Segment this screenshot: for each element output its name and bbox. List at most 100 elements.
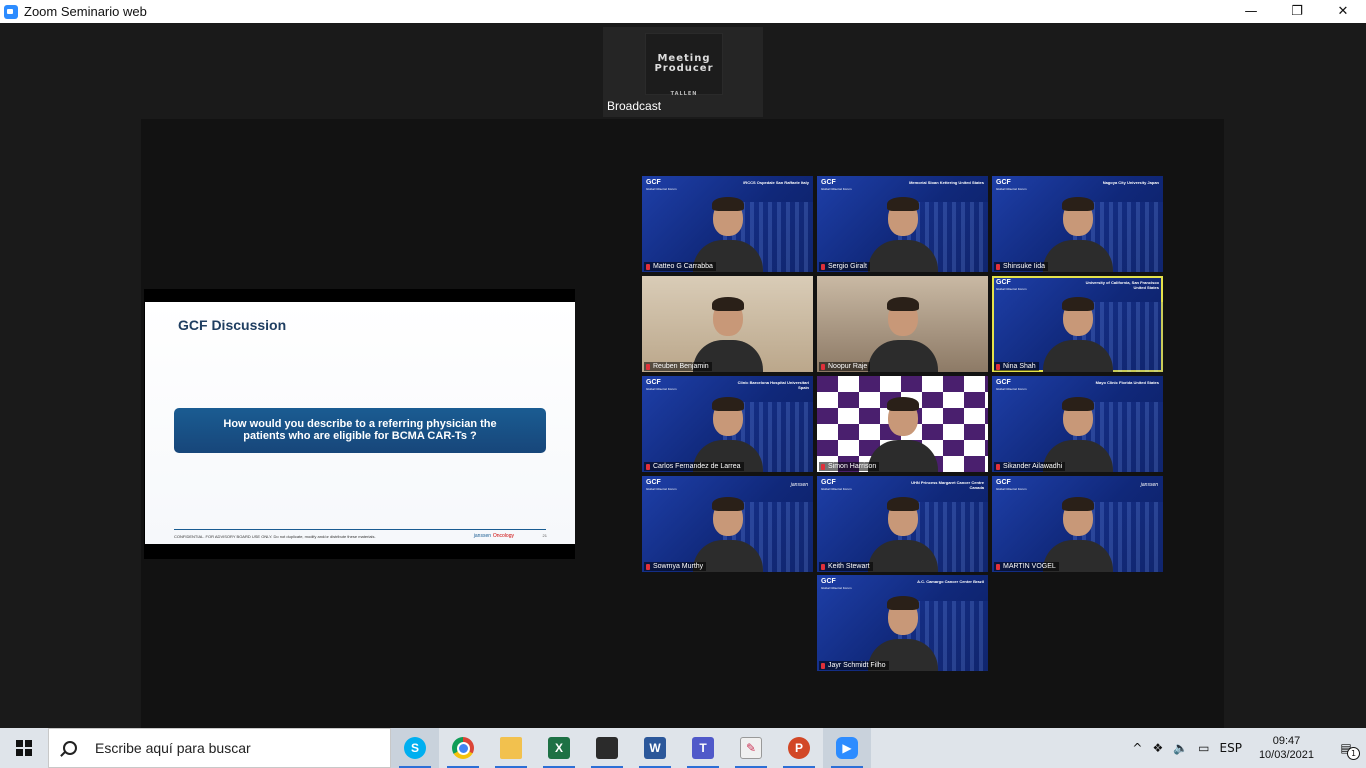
participant-name-tag: Shinsuke Iida [994, 262, 1049, 271]
participant-name-tag: Sowmya Murthy [644, 562, 707, 571]
start-button[interactable] [0, 728, 48, 768]
participant-name-tag: Sergio Giralt [819, 262, 870, 271]
participant-name-tag: Carlos Fernandez de Larrea [644, 462, 744, 471]
broadcast-tile[interactable]: Meeting Producer TALLEN Broadcast [603, 27, 763, 117]
close-button[interactable]: ✕ [1320, 0, 1366, 23]
dropbox-icon[interactable]: ❖ [1147, 728, 1168, 768]
institution-label: University of California, San Francisco … [1085, 280, 1159, 290]
muted-mic-icon [646, 563, 650, 570]
window-controls: — ❐ ✕ [1228, 0, 1366, 23]
gcf-logo: GCF Global Cilta-Cel Forum [821, 179, 852, 191]
institution-label: janssen [790, 482, 808, 488]
muted-mic-icon [821, 563, 825, 570]
question-line-2: patients who are eligible for BCMA CAR-T… [243, 430, 477, 442]
gcf-logo: GCF Global Cilta-Cel Forum [821, 479, 852, 491]
word-icon: W [644, 737, 666, 759]
gcf-logo: GCF Global Cilta-Cel Forum [646, 479, 677, 491]
muted-mic-icon [821, 662, 825, 669]
participant-video [692, 294, 763, 372]
volume-icon[interactable]: 🔈 [1168, 728, 1193, 768]
institution-label: Mayo Clinic Florida United States [1095, 380, 1159, 385]
institution-label: UHN Princess Margaret Cancer Centre Cana… [911, 480, 984, 490]
clock-date: 10/03/2021 [1258, 749, 1314, 761]
taskbar-app-skype[interactable]: S [391, 728, 439, 768]
gcf-logo: GCF Global Cilta-Cel Forum [996, 179, 1027, 191]
participant-video-tile[interactable]: GCF Global Cilta-Cel Forum janssen MARTIN V… [992, 476, 1163, 572]
participant-video-tile[interactable]: GCF Global Cilta-Cel Forum Mayo Clinic Flo… [992, 376, 1163, 472]
muted-mic-icon [646, 263, 650, 270]
taskbar-app-paint[interactable]: ✎ [727, 728, 775, 768]
participant-name: Reuben Benjamin [653, 363, 709, 370]
janssen-logo: janssen [473, 533, 491, 539]
participant-video-tile[interactable]: GCF Global Cilta-Cel Forum University of C… [992, 276, 1163, 372]
participant-video-tile[interactable]: Reuben Benjamin [642, 276, 813, 372]
institution-label: Clinic Barcelona Hospital Universitari S… [737, 380, 809, 390]
participant-name-tag: Keith Stewart [819, 562, 873, 571]
participant-video-tile[interactable]: GCF Global Cilta-Cel Forum Memorial Sloan … [817, 176, 988, 272]
notification-count: 1 [1347, 747, 1360, 760]
institution-label: A.C. Camargo Cancer Center Brazil [917, 579, 984, 584]
muted-mic-icon [996, 363, 1000, 370]
taskbar-search[interactable]: Escribe aquí para buscar [48, 728, 391, 768]
taskbar-app-excel[interactable]: X [535, 728, 583, 768]
chrome-icon [452, 737, 474, 759]
muted-mic-icon [821, 363, 825, 370]
meeting-producer-logo: Meeting Producer TALLEN [645, 33, 723, 97]
tray-chevron-icon[interactable]: ^ [1127, 728, 1147, 768]
participant-video [692, 394, 763, 472]
muted-mic-icon [996, 563, 1000, 570]
language-indicator[interactable]: ESP [1215, 728, 1247, 768]
participant-name-tag: Sikander Ailawadhi [994, 462, 1066, 471]
taskbar-app-teams[interactable]: T [679, 728, 727, 768]
institution-label: janssen [1140, 482, 1158, 488]
taskbar-app-chrome[interactable] [439, 728, 487, 768]
participant-name-tag: Nina Shah [994, 362, 1039, 371]
gcf-logo: GCF Global Cilta-Cel Forum [646, 179, 677, 191]
participant-video [1042, 194, 1113, 272]
participant-name: Carlos Fernandez de Larrea [653, 463, 741, 470]
institution-label: Nagoya City University Japan [1102, 180, 1159, 185]
window-title: Zoom Seminario web [24, 4, 147, 19]
participant-video-tile[interactable]: Noopur Raje [817, 276, 988, 372]
gcf-logo: GCF Global Cilta-Cel Forum [821, 578, 852, 590]
taskbar-app-zoom[interactable]: ▶ [823, 728, 871, 768]
muted-mic-icon [996, 263, 1000, 270]
participant-name: Keith Stewart [828, 563, 870, 570]
minimize-button[interactable]: — [1228, 0, 1274, 23]
muted-mic-icon [646, 363, 650, 370]
teams-icon: T [692, 737, 714, 759]
file-explorer-icon [500, 737, 522, 759]
participant-name: Jayr Schmidt Filho [828, 662, 886, 669]
participant-video [1042, 494, 1113, 572]
participant-video-tile[interactable]: Simon Harrison [817, 376, 988, 472]
shared-screen[interactable]: GCF Discussion How would you describe to… [144, 289, 575, 559]
taskbar-app-powerpoint[interactable]: P [775, 728, 823, 768]
participant-name: Sowmya Murthy [653, 563, 704, 570]
notifications-button[interactable]: ▤ 1 [1326, 728, 1366, 768]
participant-video-tile[interactable]: GCF Global Cilta-Cel Forum Nagoya City Uni… [992, 176, 1163, 272]
participant-name-tag: MARTIN VOGEL [994, 562, 1059, 571]
battery-icon[interactable]: ▭ [1193, 728, 1214, 768]
participant-video-tile[interactable]: GCF Global Cilta-Cel Forum UHN Princess Ma… [817, 476, 988, 572]
gcf-logo: GCF Global Cilta-Cel Forum [646, 379, 677, 391]
participant-video-tile[interactable]: GCF Global Cilta-Cel Forum IRCCS Ospedale … [642, 176, 813, 272]
participant-video-tile[interactable]: GCF Global Cilta-Cel Forum janssen Sowmya M… [642, 476, 813, 572]
participant-video [867, 394, 938, 472]
participant-video [867, 494, 938, 572]
participant-name-tag: Jayr Schmidt Filho [819, 661, 889, 670]
participant-video-tile[interactable]: GCF Global Cilta-Cel Forum A.C. Camargo Ca… [817, 575, 988, 671]
participant-video [1042, 294, 1113, 372]
muted-mic-icon [821, 263, 825, 270]
muted-mic-icon [646, 463, 650, 470]
taskbar-app-sticky-notes[interactable] [583, 728, 631, 768]
taskbar-app-word[interactable]: W [631, 728, 679, 768]
participant-name-tag: Reuben Benjamin [644, 362, 712, 371]
restore-button[interactable]: ❐ [1274, 0, 1320, 23]
taskbar-app-file-explorer[interactable] [487, 728, 535, 768]
excel-icon: X [548, 737, 570, 759]
participant-video-tile[interactable]: GCF Global Cilta-Cel Forum Clinic Barcelon… [642, 376, 813, 472]
participant-video [1042, 394, 1113, 472]
participant-name: Sikander Ailawadhi [1003, 463, 1063, 470]
participant-video [867, 593, 938, 671]
clock[interactable]: 09:47 10/03/2021 [1247, 728, 1326, 768]
